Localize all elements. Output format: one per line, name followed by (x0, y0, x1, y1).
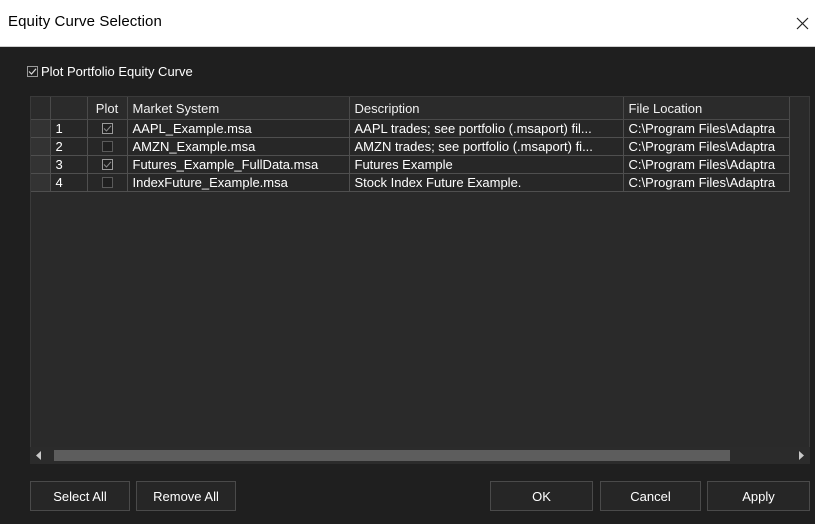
description-cell[interactable]: AMZN trades; see portfolio (.msaport) fi… (349, 137, 624, 156)
dialog-body: Plot Portfolio Equity Curve Plot Market … (0, 47, 815, 524)
table-row[interactable]: 3 Futures_Example_FullData.msa Futures E… (31, 155, 790, 174)
scrollbar-thumb[interactable] (54, 450, 730, 461)
file-location-cell[interactable]: C:\Program Files\Adaptra (623, 137, 790, 156)
equity-curve-selection-dialog: Equity Curve Selection Plot Portfolio Eq… (0, 0, 815, 524)
column-header-description[interactable]: Description (349, 97, 624, 120)
select-all-button[interactable]: Select All (30, 481, 130, 511)
market-system-cell[interactable]: IndexFuture_Example.msa (127, 173, 350, 192)
column-header-file-location[interactable]: File Location (623, 97, 790, 120)
plot-checkbox[interactable] (101, 123, 113, 134)
table-row[interactable]: 1 AAPL_Example.msa AAPL trades; see port… (31, 119, 790, 138)
number-column-header (50, 97, 88, 120)
market-system-cell[interactable]: AAPL_Example.msa (127, 119, 350, 138)
close-button[interactable] (790, 8, 815, 38)
file-location-cell[interactable]: C:\Program Files\Adaptra (623, 173, 790, 192)
plot-cell[interactable] (87, 119, 128, 138)
row-number: 3 (50, 155, 88, 174)
description-cell[interactable]: Stock Index Future Example. (349, 173, 624, 192)
market-system-cell[interactable]: AMZN_Example.msa (127, 137, 350, 156)
row-header-corner (31, 97, 51, 120)
close-icon (796, 17, 809, 29)
dialog-title: Equity Curve Selection (8, 13, 162, 30)
table-header-row: Plot Market System Description File Loca… (31, 97, 790, 120)
plot-cell[interactable] (87, 137, 128, 156)
horizontal-scrollbar[interactable] (30, 447, 810, 464)
checkmark-icon (103, 161, 111, 168)
cancel-button[interactable]: Cancel (600, 481, 701, 511)
row-number: 2 (50, 137, 88, 156)
column-header-plot[interactable]: Plot (87, 97, 128, 120)
checkmark-icon (103, 125, 111, 132)
triangle-left-icon (36, 451, 41, 460)
market-system-grid[interactable]: Plot Market System Description File Loca… (30, 96, 810, 464)
row-selector[interactable] (31, 173, 51, 192)
market-system-cell[interactable]: Futures_Example_FullData.msa (127, 155, 350, 174)
row-selector[interactable] (31, 119, 51, 138)
row-selector[interactable] (31, 137, 51, 156)
plot-checkbox[interactable] (101, 177, 113, 188)
plot-checkbox[interactable] (101, 141, 113, 152)
row-selector[interactable] (31, 155, 51, 174)
plot-cell[interactable] (87, 155, 128, 174)
row-number: 4 (50, 173, 88, 192)
table-row[interactable]: 2 AMZN_Example.msa AMZN trades; see port… (31, 137, 790, 156)
plot-portfolio-option[interactable]: Plot Portfolio Equity Curve (27, 64, 193, 79)
plot-portfolio-checkbox[interactable] (27, 66, 38, 77)
checkmark-icon (28, 68, 37, 75)
table-row[interactable]: 4 IndexFuture_Example.msa Stock Index Fu… (31, 173, 790, 192)
remove-all-button[interactable]: Remove All (136, 481, 236, 511)
file-location-cell[interactable]: C:\Program Files\Adaptra (623, 119, 790, 138)
description-cell[interactable]: Futures Example (349, 155, 624, 174)
file-location-cell[interactable]: C:\Program Files\Adaptra (623, 155, 790, 174)
scroll-right-button[interactable] (796, 450, 806, 461)
scroll-left-button[interactable] (34, 450, 44, 461)
plot-cell[interactable] (87, 173, 128, 192)
plot-portfolio-label: Plot Portfolio Equity Curve (41, 64, 193, 79)
apply-button[interactable]: Apply (707, 481, 810, 511)
description-cell[interactable]: AAPL trades; see portfolio (.msaport) fi… (349, 119, 624, 138)
ok-button[interactable]: OK (490, 481, 593, 511)
triangle-right-icon (799, 451, 804, 460)
row-number: 1 (50, 119, 88, 138)
title-bar: Equity Curve Selection (0, 0, 815, 47)
column-header-market-system[interactable]: Market System (127, 97, 350, 120)
plot-checkbox[interactable] (101, 159, 113, 170)
market-system-table: Plot Market System Description File Loca… (31, 97, 790, 192)
